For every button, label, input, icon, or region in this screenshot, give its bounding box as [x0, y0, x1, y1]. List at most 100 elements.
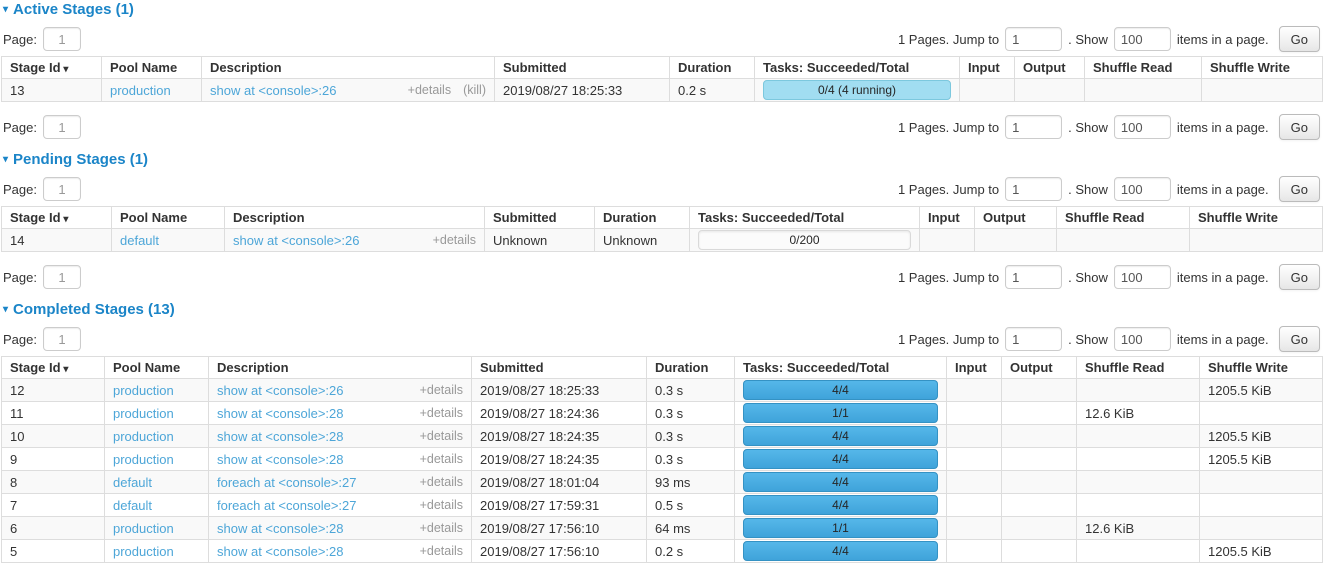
- submitted-cell: 2019/08/27 17:56:10: [472, 517, 647, 540]
- col-header-input[interactable]: Input: [960, 57, 1015, 79]
- description-link[interactable]: show at <console>:28: [217, 406, 343, 421]
- pool-link[interactable]: default: [120, 233, 159, 248]
- tasks-cell: 0/200: [690, 229, 920, 252]
- page-number-input[interactable]: [43, 265, 81, 289]
- col-header-duration[interactable]: Duration: [670, 57, 755, 79]
- show-count-input[interactable]: [1114, 265, 1171, 289]
- col-header-duration[interactable]: Duration: [595, 207, 690, 229]
- col-header-stage-id[interactable]: Stage Id ▾: [2, 207, 112, 229]
- details-toggle[interactable]: +details: [420, 452, 463, 466]
- pool-link[interactable]: production: [113, 544, 174, 559]
- description-link[interactable]: show at <console>:28: [217, 452, 343, 467]
- pool-link[interactable]: production: [113, 406, 174, 421]
- description-cell: show at <console>:26 +details: [209, 379, 472, 402]
- details-toggle[interactable]: +details: [420, 406, 463, 420]
- col-header-stage-id[interactable]: Stage Id ▾: [2, 357, 105, 379]
- section-pending-stages: ▾Pending Stages (1)Page:1 Pages. Jump to…: [1, 152, 1322, 290]
- col-header-tasks-succeeded-total[interactable]: Tasks: Succeeded/Total: [755, 57, 960, 79]
- col-header-tasks-succeeded-total[interactable]: Tasks: Succeeded/Total: [735, 357, 947, 379]
- col-header-shuffle-write[interactable]: Shuffle Write: [1202, 57, 1323, 79]
- col-header-pool-name[interactable]: Pool Name: [102, 57, 202, 79]
- col-header-shuffle-read[interactable]: Shuffle Read: [1077, 357, 1200, 379]
- col-header-output[interactable]: Output: [975, 207, 1057, 229]
- col-header-output[interactable]: Output: [1002, 357, 1077, 379]
- show-count-input[interactable]: [1114, 27, 1171, 51]
- pending-stages-title[interactable]: ▾Pending Stages (1): [3, 152, 1322, 168]
- col-header-output[interactable]: Output: [1015, 57, 1085, 79]
- col-header-stage-id[interactable]: Stage Id ▾: [2, 57, 102, 79]
- pool-link[interactable]: production: [113, 383, 174, 398]
- pool-link[interactable]: default: [113, 498, 152, 513]
- kill-link[interactable]: (kill): [463, 83, 486, 97]
- tasks-progress-bar: 4/4: [743, 380, 938, 400]
- page-number-input[interactable]: [43, 27, 81, 51]
- page-number-input[interactable]: [43, 327, 81, 351]
- jump-to-input[interactable]: [1005, 327, 1062, 351]
- pool-link[interactable]: production: [113, 452, 174, 467]
- col-header-pool-name[interactable]: Pool Name: [112, 207, 225, 229]
- col-header-shuffle-write[interactable]: Shuffle Write: [1200, 357, 1323, 379]
- description-extras: +details (kill): [408, 83, 486, 97]
- details-toggle[interactable]: +details: [420, 429, 463, 443]
- stage-row: 10productionshow at <console>:28+details…: [2, 425, 1323, 448]
- col-header-description[interactable]: Description: [209, 357, 472, 379]
- col-header-submitted[interactable]: Submitted: [485, 207, 595, 229]
- description-link[interactable]: show at <console>:28: [217, 544, 343, 559]
- col-header-description[interactable]: Description: [225, 207, 485, 229]
- pool-link[interactable]: default: [113, 475, 152, 490]
- show-count-input[interactable]: [1114, 177, 1171, 201]
- show-count-input[interactable]: [1114, 327, 1171, 351]
- col-header-shuffle-read[interactable]: Shuffle Read: [1057, 207, 1190, 229]
- pool-link[interactable]: production: [113, 429, 174, 444]
- go-button[interactable]: Go: [1279, 176, 1320, 202]
- description-link[interactable]: foreach at <console>:27: [217, 498, 357, 513]
- details-toggle[interactable]: +details: [420, 544, 463, 558]
- description-link[interactable]: show at <console>:26: [210, 83, 336, 98]
- header-row: Stage Id ▾Pool NameDescriptionSubmittedD…: [2, 357, 1323, 379]
- pool-link[interactable]: production: [110, 83, 171, 98]
- go-button[interactable]: Go: [1279, 26, 1320, 52]
- description-link[interactable]: show at <console>:26: [217, 383, 343, 398]
- details-toggle[interactable]: +details: [408, 83, 451, 97]
- page-number-input[interactable]: [43, 177, 81, 201]
- jump-to-input[interactable]: [1005, 177, 1062, 201]
- description-cell: show at <console>:28 +details: [209, 540, 472, 563]
- description-link[interactable]: show at <console>:28: [217, 429, 343, 444]
- stages-sections: ▾Active Stages (1)Page:1 Pages. Jump to.…: [1, 2, 1322, 563]
- go-button[interactable]: Go: [1279, 326, 1320, 352]
- col-header-description[interactable]: Description: [202, 57, 495, 79]
- col-header-submitted[interactable]: Submitted: [472, 357, 647, 379]
- description-link[interactable]: foreach at <console>:27: [217, 475, 357, 490]
- jump-to-input[interactable]: [1005, 27, 1062, 51]
- details-toggle[interactable]: +details: [420, 498, 463, 512]
- shuffle-write-cell: 1205.5 KiB: [1200, 425, 1323, 448]
- show-count-input[interactable]: [1114, 115, 1171, 139]
- col-header-pool-name[interactable]: Pool Name: [105, 357, 209, 379]
- shuffle-write-cell: [1200, 517, 1323, 540]
- col-header-input[interactable]: Input: [947, 357, 1002, 379]
- col-header-duration[interactable]: Duration: [647, 357, 735, 379]
- completed-stages-title[interactable]: ▾Completed Stages (13): [3, 302, 1322, 318]
- details-toggle[interactable]: +details: [420, 521, 463, 535]
- details-toggle[interactable]: +details: [420, 383, 463, 397]
- pool-link[interactable]: production: [113, 521, 174, 536]
- page-number-input[interactable]: [43, 115, 81, 139]
- go-button[interactable]: Go: [1279, 264, 1320, 290]
- col-header-shuffle-write[interactable]: Shuffle Write: [1190, 207, 1323, 229]
- col-header-input[interactable]: Input: [920, 207, 975, 229]
- details-toggle[interactable]: +details: [420, 475, 463, 489]
- details-toggle[interactable]: +details: [433, 233, 476, 247]
- tasks-progress-label: 4/4: [744, 450, 937, 468]
- stage-row: 12productionshow at <console>:26+details…: [2, 379, 1323, 402]
- col-header-submitted[interactable]: Submitted: [495, 57, 670, 79]
- jump-to-input[interactable]: [1005, 115, 1062, 139]
- submitted-cell: 2019/08/27 18:24:35: [472, 425, 647, 448]
- col-header-tasks-succeeded-total[interactable]: Tasks: Succeeded/Total: [690, 207, 920, 229]
- description-link[interactable]: show at <console>:28: [217, 521, 343, 536]
- stage-row: 5productionshow at <console>:28+details2…: [2, 540, 1323, 563]
- go-button[interactable]: Go: [1279, 114, 1320, 140]
- description-link[interactable]: show at <console>:26: [233, 233, 359, 248]
- jump-to-input[interactable]: [1005, 265, 1062, 289]
- active-stages-title[interactable]: ▾Active Stages (1): [3, 2, 1322, 18]
- col-header-shuffle-read[interactable]: Shuffle Read: [1085, 57, 1202, 79]
